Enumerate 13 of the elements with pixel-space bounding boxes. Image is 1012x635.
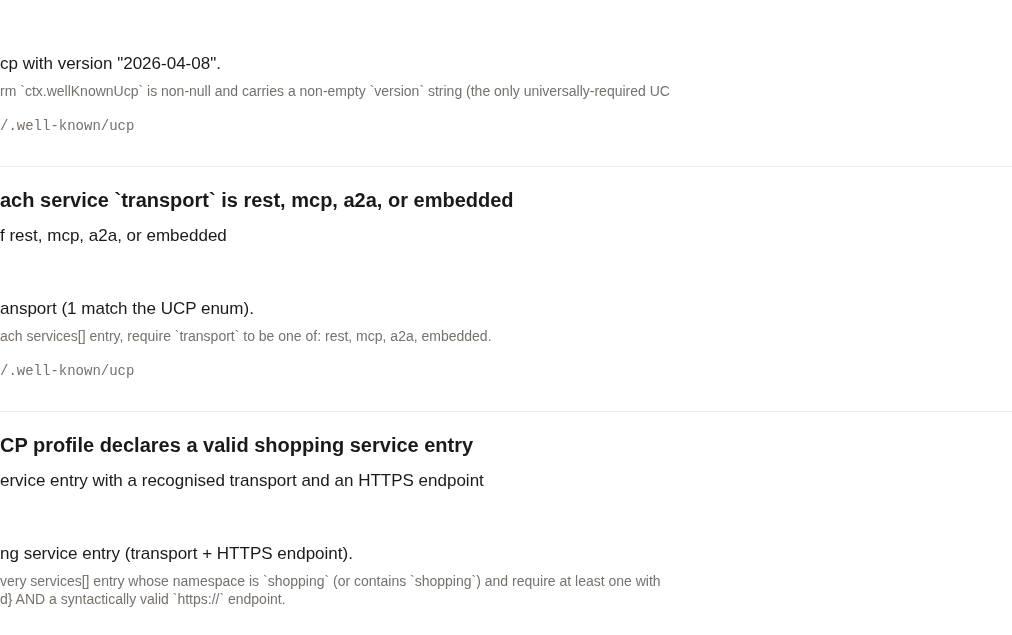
check-detail: ach services[] entry, require `transport` to be one of: rest, mcp, a2a, embedded. [0,327,493,345]
source-path: /.well-known/ucp [0,362,136,381]
check-result: ng service entry (transport + HTTPS endpoint). [0,543,354,565]
check-detail: rm `ctx.wellKnownUcp` is non-null and carries a non-empty `version` string (the only universally-required UC [0,82,671,100]
check-description: f rest, mcp, a2a, or embedded [0,225,228,247]
check-detail: d} AND a syntactically valid `https://` endpoint. [0,590,287,608]
check-description: ervice entry with a recognised transport and an HTTPS endpoint [0,470,485,492]
check-title: CP profile declares a valid shopping service entry [0,433,475,458]
check-detail: very services[] entry whose namespace is `shopping` (or contains `shopping`) and require at least one with [0,572,662,590]
check-result: ansport (1 match the UCP enum). [0,298,255,320]
check-title: ach service `transport` is rest, mcp, a2a, or embedded [0,188,515,213]
source-path: /.well-known/ucp [0,117,136,136]
check-result: cp with version "2026-04-08". [0,53,222,75]
